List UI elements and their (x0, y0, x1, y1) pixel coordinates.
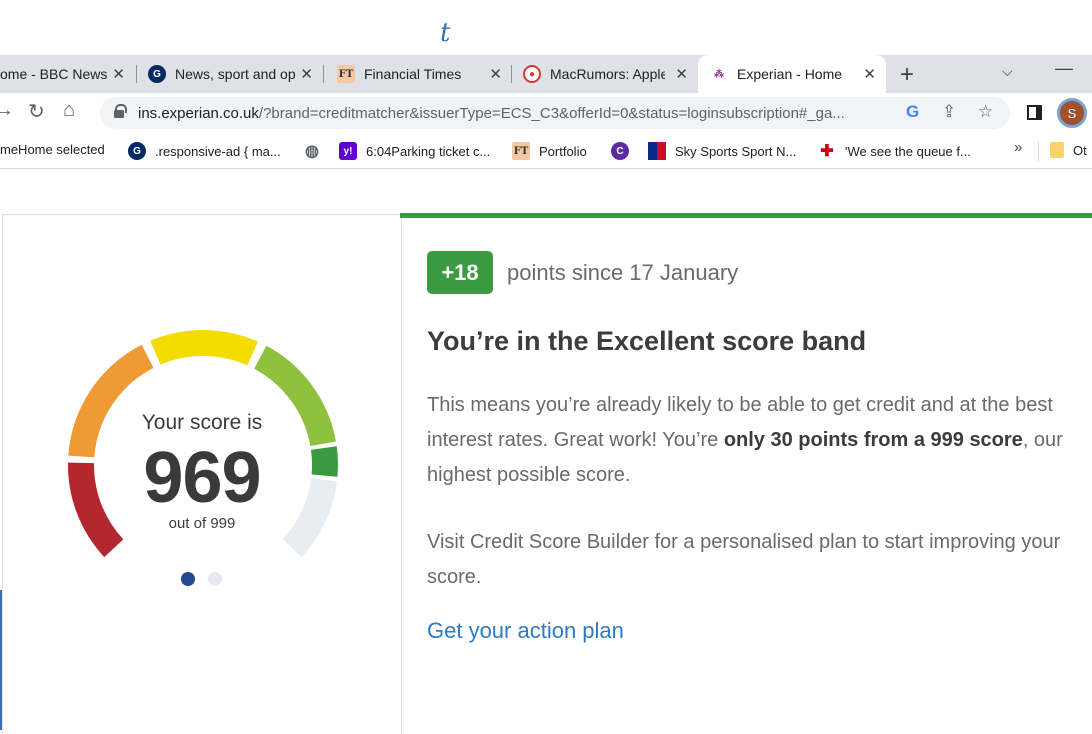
address-bar[interactable]: ins.experian.co.uk/?brand=creditmatcher&… (100, 97, 1010, 129)
tab-bar: ome - BBC News ✕ G News, sport and op ✕ … (0, 55, 1092, 93)
sky-icon (648, 142, 666, 160)
bookmarks-overflow-button[interactable]: » (1014, 139, 1022, 156)
macrumors-icon: ● (523, 65, 541, 83)
points-change-text: points since 17 January (507, 260, 739, 285)
lock-icon[interactable] (114, 104, 127, 118)
guardian-icon: G (148, 65, 166, 83)
bookmark-label: meHome selected (0, 142, 105, 157)
tab-title: MacRumors: Apple (550, 66, 665, 82)
tab-title: ome - BBC News (0, 66, 108, 82)
new-tab-button[interactable]: + (900, 61, 914, 89)
credit-builder-text: Visit Credit Score Builder for a persona… (427, 531, 1061, 588)
share-icon[interactable]: ⇪ (942, 102, 956, 122)
bookmark-item[interactable]: Sky Sports Sport N... (648, 142, 796, 160)
gauge-segment-yellow (150, 330, 258, 366)
close-icon[interactable]: ✕ (489, 65, 502, 83)
tab-separator (511, 65, 512, 83)
bookmarks-bar: meHome selected G .responsive-ad { ma...… (0, 133, 1092, 169)
minimize-button[interactable]: — (1055, 58, 1073, 79)
tab-search-dropdown-icon[interactable]: ⌵ (1002, 63, 1013, 80)
score-band-description: This means you’re already likely to be a… (427, 394, 1063, 486)
bookmark-item[interactable]: C (611, 142, 638, 160)
close-icon[interactable]: ✕ (863, 65, 876, 83)
bookmark-label: 'We see the queue f... (845, 143, 971, 159)
tab-guardian[interactable]: G News, sport and op ✕ (148, 55, 323, 93)
tab-title: News, sport and op (175, 66, 296, 82)
forward-icon[interactable]: → (0, 99, 14, 122)
red-cross-icon: ✚ (820, 143, 834, 160)
google-icon[interactable]: G (906, 102, 919, 122)
score-out-of: out of 999 (168, 515, 236, 532)
tab-macrumors[interactable]: ● MacRumors: Apple ✕ (523, 55, 698, 93)
carousel-dot[interactable] (208, 572, 222, 586)
bookmarks-divider (1038, 141, 1039, 161)
url-text[interactable]: ins.experian.co.uk/?brand=creditmatcher&… (138, 105, 845, 122)
close-icon[interactable]: ✕ (112, 65, 125, 83)
folder-icon (1050, 142, 1064, 158)
profile-avatar[interactable]: S (1057, 98, 1087, 128)
bookmark-label: .responsive-ad { ma... (155, 143, 281, 159)
page-content: Your score is 969 out of 999 +18 points … (0, 170, 1092, 734)
top-glyph: t (440, 18, 451, 48)
bookmark-label: 6:04Parking ticket c... (366, 143, 491, 159)
close-icon[interactable]: ✕ (675, 65, 688, 83)
bookmark-item[interactable]: meHome selected (0, 142, 105, 157)
carousel-dot-active[interactable] (181, 572, 195, 586)
top-strip: t (0, 0, 1092, 55)
score-card: Your score is 969 out of 999 (2, 214, 402, 734)
experian-icon: ⁂ (710, 65, 728, 83)
score-label: Your score is (141, 411, 263, 434)
tab-bbc-news[interactable]: ome - BBC News ✕ (0, 55, 135, 93)
ft-icon: FT (337, 65, 355, 83)
globe-icon: ◍ (305, 143, 319, 160)
tab-separator (136, 65, 137, 83)
bookmark-label: Ot (1073, 142, 1087, 158)
tab-title: Experian - Home (737, 66, 843, 82)
ft-icon: FT (512, 142, 530, 160)
accent-bar (400, 213, 1092, 218)
score-band-heading: You’re in the Excellent score band (427, 326, 867, 356)
tab-separator (323, 65, 324, 83)
bookmark-item[interactable]: y! 6:04Parking ticket c... (339, 142, 490, 160)
yahoo-icon: y! (339, 142, 357, 160)
bookmark-item[interactable]: FT Portfolio (512, 142, 587, 160)
points-change-badge: +18 (427, 251, 493, 294)
c-logo-icon: C (611, 142, 629, 160)
left-accent-bar (0, 590, 2, 730)
bookmark-star-icon[interactable]: ☆ (978, 102, 993, 122)
bookmark-item[interactable]: ◍ (303, 142, 330, 160)
toolbar: → ↻ ⌂ ins.experian.co.uk/?brand=creditma… (0, 93, 1092, 133)
close-icon[interactable]: ✕ (300, 65, 313, 83)
side-panel-icon[interactable] (1027, 105, 1042, 120)
bookmark-folder[interactable]: Ot (1050, 142, 1087, 158)
score-value: 969 (143, 438, 261, 518)
reload-icon[interactable]: ↻ (28, 99, 45, 124)
guardian-icon: G (128, 142, 146, 160)
tab-title: Financial Times (364, 66, 462, 82)
bookmark-label: Portfolio (539, 143, 587, 159)
tab-experian[interactable]: ⁂ Experian - Home ✕ (698, 55, 886, 93)
tab-financial-times[interactable]: FT Financial Times ✕ (337, 55, 512, 93)
action-plan-link[interactable]: Get your action plan (427, 618, 624, 644)
bookmark-label: Sky Sports Sport N... (675, 143, 797, 159)
bookmark-item[interactable]: G .responsive-ad { ma... (128, 142, 281, 160)
home-icon[interactable]: ⌂ (63, 99, 75, 122)
bookmark-item[interactable]: ✚ 'We see the queue f... (818, 142, 971, 160)
